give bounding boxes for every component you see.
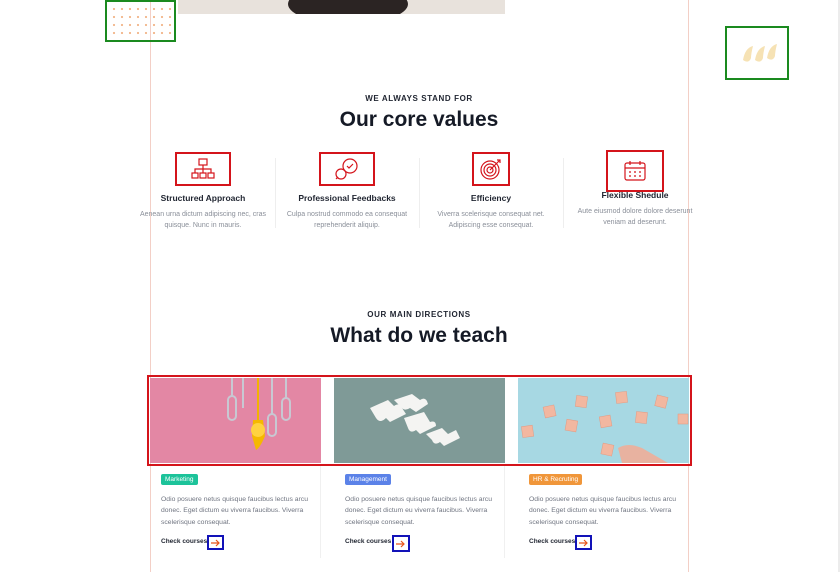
value-desc: Aenean urna dictum adipiscing nec, cras … — [139, 211, 267, 229]
values-eyebrow: WE ALWAYS STAND FOR — [365, 94, 473, 103]
course-desc: Odio posuere netus quisque faucibus lect… — [161, 496, 308, 526]
check-courses-link[interactable]: Check courses — [161, 538, 207, 545]
hierarchy-icon — [175, 152, 231, 186]
value-desc: Culpa nostrud commodo ea consequat repre… — [286, 211, 408, 229]
course-images-row — [147, 375, 692, 466]
course-card-marketing: Marketing Odio posuere netus quisque fau… — [161, 466, 333, 558]
course-card-hr: HR & Recruting Odio posuere netus quisqu… — [529, 466, 701, 558]
value-card-schedule: Flexible Shedule Aute eiusmod dolore dol… — [571, 150, 699, 228]
value-divider — [419, 158, 420, 228]
chat-bubbles-icon — [319, 152, 375, 186]
value-title: Efficiency — [470, 193, 512, 203]
value-desc: Viverra scelerisque consequat net. Adipi… — [437, 211, 545, 229]
target-icon — [472, 152, 510, 186]
value-title: Professional Feedbacks — [298, 193, 396, 203]
value-card-feedbacks: Professional Feedbacks Culpa nostrud com… — [283, 152, 411, 231]
value-card-efficiency: Efficiency Viverra scelerisque consequat… — [427, 152, 555, 231]
course-desc: Odio posuere netus quisque faucibus lect… — [345, 496, 492, 526]
values-title: Our core values — [339, 108, 499, 131]
content-left-border — [150, 0, 151, 572]
arrow-right-icon[interactable] — [575, 535, 592, 550]
category-tag[interactable]: Management — [345, 474, 391, 485]
value-divider — [275, 158, 276, 228]
teach-eyebrow: OUR MAIN DIRECTIONS — [367, 310, 471, 319]
card-divider — [504, 466, 505, 558]
quote-marks-decoration — [725, 26, 789, 80]
course-desc: Odio posuere netus quisque faucibus lect… — [529, 496, 676, 526]
category-tag[interactable]: HR & Recruting — [529, 474, 583, 485]
check-courses-link[interactable]: Check courses — [529, 538, 575, 545]
value-title: Structured Approach — [160, 193, 246, 203]
arrow-right-icon[interactable] — [392, 535, 410, 552]
check-courses-link[interactable]: Check courses — [345, 538, 391, 545]
value-desc: Aute eiusmod dolore dolore deserunt veni… — [577, 208, 693, 226]
value-title: Flexible Shedule — [601, 190, 669, 200]
teach-title: What do we teach — [330, 324, 508, 347]
dots-pattern-decoration — [105, 0, 176, 42]
calendar-icon — [606, 150, 664, 192]
value-card-structured: Structured Approach Aenean urna dictum a… — [139, 152, 267, 231]
hero-image-bottom — [178, 0, 505, 14]
card-divider — [320, 466, 321, 558]
category-tag[interactable]: Marketing — [161, 474, 198, 485]
value-divider — [563, 158, 564, 228]
arrow-right-icon[interactable] — [207, 535, 224, 550]
course-card-management: Management Odio posuere netus quisque fa… — [345, 466, 517, 558]
